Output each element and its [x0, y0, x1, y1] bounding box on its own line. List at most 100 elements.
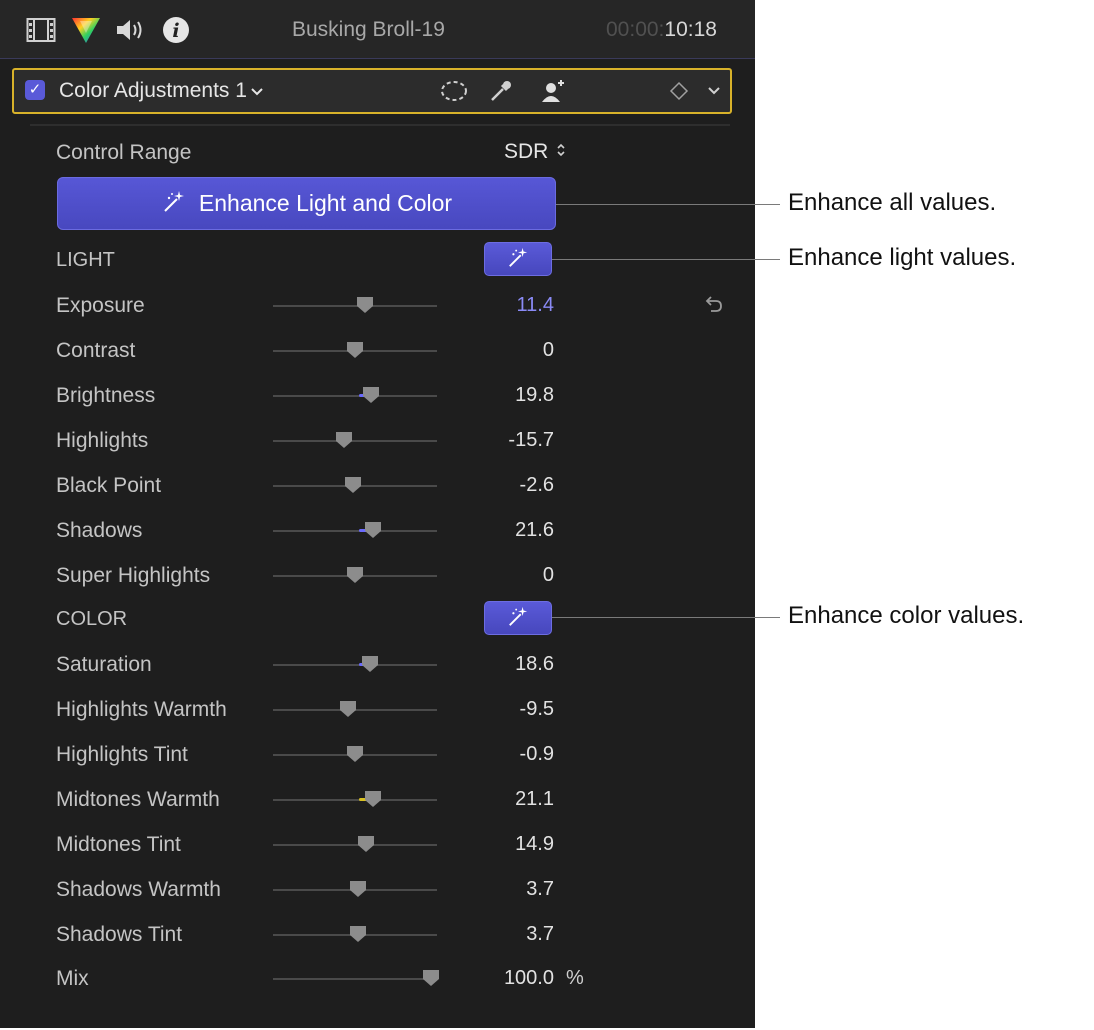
super-highlights-slider-thumb[interactable] [346, 566, 364, 584]
midtones-warmth-slider-thumb[interactable] [364, 790, 382, 808]
mix-unit: % [566, 967, 584, 989]
highlights-tint-row: Highlights Tint -0.9 [0, 743, 755, 788]
eyedropper-icon[interactable] [488, 78, 514, 104]
shadows-value[interactable]: 21.6 [434, 519, 554, 542]
shadows-label: Shadows [56, 519, 143, 542]
control-range-select[interactable]: SDR [504, 140, 566, 164]
film-icon[interactable] [26, 14, 56, 46]
svg-text:i: i [172, 20, 179, 42]
highlights-warmth-value[interactable]: -9.5 [434, 698, 554, 721]
midtones-tint-label: Midtones Tint [56, 833, 181, 856]
shadows-slider-thumb[interactable] [364, 521, 382, 539]
highlights-warmth-label: Highlights Warmth [56, 698, 227, 721]
enhance-color-button[interactable] [484, 601, 552, 635]
saturation-value[interactable]: 18.6 [434, 653, 554, 676]
shadows-warmth-row: Shadows Warmth 3.7 [0, 878, 755, 923]
keyframe-icon[interactable] [669, 78, 689, 104]
enhance-light-and-color-label: Enhance Light and Color [198, 190, 453, 216]
shadows-slider[interactable] [273, 530, 437, 532]
reset-icon[interactable] [702, 294, 724, 321]
chevron-down-icon[interactable] [707, 78, 721, 104]
contrast-label: Contrast [56, 339, 136, 362]
callout-enhance-light: Enhance light values. [788, 244, 1017, 271]
highlights-tint-slider-thumb[interactable] [346, 745, 364, 763]
contrast-row: Contrast 0 [0, 339, 755, 384]
highlights-slider[interactable] [273, 440, 437, 442]
light-section-title: LIGHT [56, 249, 115, 271]
effect-name[interactable]: Color Adjustments 1 [59, 79, 263, 103]
midtones-warmth-value[interactable]: 21.1 [434, 788, 554, 811]
shadows-tint-value[interactable]: 3.7 [434, 923, 554, 946]
brightness-row: Brightness 19.8 [0, 384, 755, 429]
magic-wand-icon [506, 605, 530, 632]
shadows-warmth-slider-thumb[interactable] [349, 880, 367, 898]
midtones-tint-value[interactable]: 14.9 [434, 833, 554, 856]
shadows-warmth-value[interactable]: 3.7 [434, 878, 554, 901]
effect-header[interactable]: ✓ Color Adjustments 1 [12, 68, 732, 114]
highlights-row: Highlights -15.7 [0, 429, 755, 474]
effect-enable-checkbox[interactable]: ✓ [25, 80, 45, 100]
super-highlights-value[interactable]: 0 [434, 564, 554, 587]
callout-enhance-all: Enhance all values. [788, 189, 997, 216]
saturation-slider[interactable] [273, 664, 437, 666]
face-detect-icon[interactable] [540, 78, 566, 104]
highlights-label: Highlights [56, 429, 149, 452]
highlights-value[interactable]: -15.7 [434, 429, 554, 452]
exposure-label: Exposure [56, 294, 145, 317]
shadows-row: Shadows 21.6 [0, 519, 755, 564]
exposure-slider-thumb[interactable] [356, 296, 374, 314]
enhance-light-and-color-button[interactable]: Enhance Light and Color [57, 177, 556, 230]
info-icon[interactable]: i [162, 14, 190, 46]
highlights-tint-value[interactable]: -0.9 [434, 743, 554, 766]
brightness-slider-thumb[interactable] [362, 386, 380, 404]
audio-icon[interactable] [115, 14, 147, 46]
brightness-value[interactable]: 19.8 [434, 384, 554, 407]
callout-enhance-color: Enhance color values. [788, 602, 1025, 629]
exposure-value[interactable]: 11.4 [434, 294, 554, 317]
divider [30, 124, 730, 126]
mix-slider[interactable] [273, 978, 437, 980]
magic-wand-icon [161, 189, 187, 219]
midtones-tint-row: Midtones Tint 14.9 [0, 833, 755, 878]
contrast-slider-thumb[interactable] [346, 341, 364, 359]
brightness-slider[interactable] [273, 395, 437, 397]
midtones-warmth-row: Midtones Warmth 21.1 [0, 788, 755, 833]
super-highlights-row: Super Highlights 0 [0, 564, 755, 609]
saturation-label: Saturation [56, 653, 152, 676]
mix-label: Mix [56, 967, 89, 990]
color-inspector-icon[interactable] [70, 14, 102, 46]
midtones-warmth-label: Midtones Warmth [56, 788, 220, 811]
black-point-value[interactable]: -2.6 [434, 474, 554, 497]
highlights-warmth-row: Highlights Warmth -9.5 [0, 698, 755, 743]
inspector-panel: i Busking Broll-19 00:00:10:18 ✓ Color A… [0, 0, 755, 1028]
highlights-warmth-slider-thumb[interactable] [339, 700, 357, 718]
magic-wand-icon [506, 246, 530, 273]
brightness-label: Brightness [56, 384, 156, 407]
saturation-row: Saturation 18.6 [0, 653, 755, 698]
callout-line-all [556, 204, 780, 205]
midtones-tint-slider[interactable] [273, 844, 437, 846]
highlights-tint-label: Highlights Tint [56, 743, 188, 766]
contrast-value[interactable]: 0 [434, 339, 554, 362]
super-highlights-label: Super Highlights [56, 564, 211, 587]
midtones-tint-slider-thumb[interactable] [357, 835, 375, 853]
exposure-row: Exposure 11.4 [0, 294, 755, 339]
black-point-slider-thumb[interactable] [344, 476, 362, 494]
shadows-warmth-label: Shadows Warmth [56, 878, 221, 901]
mix-row: Mix 100.0 % [0, 967, 755, 1012]
highlights-slider-thumb[interactable] [335, 431, 353, 449]
midtones-warmth-slider[interactable] [273, 799, 437, 801]
mix-value[interactable]: 100.0 [434, 967, 554, 990]
shadows-tint-label: Shadows Tint [56, 923, 183, 946]
timecode: 00:00:10:18 [606, 18, 717, 41]
shadows-tint-slider-thumb[interactable] [349, 925, 367, 943]
black-point-row: Black Point -2.6 [0, 474, 755, 519]
clip-title: Busking Broll-19 [292, 18, 445, 41]
color-section-title: COLOR [56, 608, 128, 630]
callout-line-color [552, 617, 780, 618]
saturation-slider-thumb[interactable] [361, 655, 379, 673]
mask-icon[interactable] [440, 78, 468, 104]
enhance-light-button[interactable] [484, 242, 552, 276]
shadows-tint-row: Shadows Tint 3.7 [0, 923, 755, 968]
callout-line-light [552, 259, 780, 260]
